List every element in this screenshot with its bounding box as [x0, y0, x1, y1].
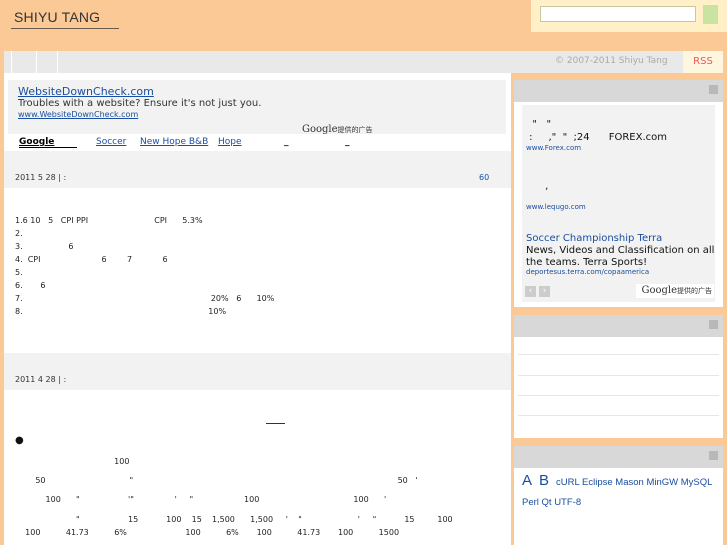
list-divider — [518, 354, 719, 355]
sidebar-ad-url[interactable]: www.Forex.com — [526, 144, 581, 152]
link-unit-blank-2[interactable]: _ — [345, 137, 350, 147]
sidebar-widget-header — [514, 315, 723, 337]
ad-prev-icon[interactable]: ‹ — [525, 286, 536, 297]
site-header: SHIYU TANG — [0, 0, 727, 48]
post-line: 100 " '" ' " 100 100 ' — [15, 495, 387, 504]
sidebar-ad-line: , — [526, 181, 549, 192]
ads-by-label: 提供的广告 — [337, 126, 373, 134]
post-date: 2011 4 28 | : — [15, 375, 67, 384]
post-line: 100 41.73 6% 100 6% 100 41.73 100 1500 — [15, 528, 400, 537]
ad-next-icon[interactable]: › — [539, 286, 550, 297]
nav-bar: © 2007-2011 Shiyu Tang RSS — [4, 51, 723, 73]
search-box — [531, 0, 727, 32]
post-date: 2011 5 28 | : — [15, 173, 67, 182]
sidebar-ad-line: : ," " ;24 FOREX.com — [526, 132, 667, 143]
list-divider — [518, 395, 719, 396]
post-header: 2011 4 28 | : — [4, 353, 511, 390]
ad-text: Troubles with a website? Ensure it's not… — [18, 98, 262, 109]
post-line: 1.6 10 5 CPI PPI CPI 5.3% — [15, 216, 203, 225]
link-unit-blank-1[interactable]: _ — [284, 137, 289, 147]
post-comment-count[interactable]: 60 — [479, 173, 489, 182]
post-line: 3. 6 — [15, 242, 74, 251]
sidebar-tags-widget: A B cURL Eclipse Mason MinGW MySQL Perl … — [514, 446, 723, 545]
tag-row[interactable]: Perl Qt UTF-8 — [522, 497, 581, 508]
nav-tab-divider — [11, 51, 12, 73]
link-units-bar: Google Soccer New Hope B&B Hope _ _ — [4, 134, 511, 150]
post-line: 50 " 50 ' — [15, 476, 418, 485]
post-line: 2. — [15, 229, 23, 238]
post-line: 7. 20% 6 10% — [15, 294, 275, 303]
link-unit-hope[interactable]: Hope — [218, 137, 242, 147]
ads-by-label: 提供的广告 — [677, 287, 712, 295]
widget-toggle-icon[interactable] — [709, 451, 718, 460]
link-underline — [19, 147, 77, 148]
post-line: 8. 10% — [15, 307, 227, 316]
nav-tab-divider — [57, 51, 58, 73]
sidebar-ad-widget: " " : ," " ;24 FOREX.com www.Forex.com ,… — [514, 80, 723, 307]
list-divider — [518, 375, 719, 376]
post-line: " 15 100 15 1,500 1,500 ' " ' " 15 100 — [15, 515, 453, 524]
bullet-icon: ● — [15, 435, 24, 446]
post-divider — [266, 423, 285, 424]
sidebar-ad-title-link[interactable]: Soccer Championship Terra — [526, 233, 662, 244]
title-underline — [11, 28, 119, 29]
widget-toggle-icon[interactable] — [709, 320, 718, 329]
top-ad: WebsiteDownCheck.com Troubles with a web… — [8, 80, 506, 135]
list-divider — [518, 415, 719, 416]
tag-row[interactable]: cURL Eclipse Mason MinGW MySQL — [556, 477, 712, 488]
search-button[interactable] — [703, 5, 718, 24]
google-logo: Google — [641, 285, 677, 296]
post-header: 2011 5 28 | : 60 — [4, 151, 511, 188]
post-line: 100 — [15, 457, 130, 466]
nav-tab-divider — [36, 51, 37, 73]
google-link-label[interactable]: Google — [19, 137, 54, 147]
post-line: 6. 6 — [15, 281, 46, 290]
rss-link[interactable]: RSS — [683, 51, 723, 73]
sidebar-ad-url[interactable]: www.lequgo.com — [526, 203, 586, 211]
sidebar-widget-header — [514, 80, 723, 102]
post-line: 5. — [15, 268, 23, 277]
site-title[interactable]: SHIYU TANG — [14, 9, 100, 25]
sidebar-ad-line: the teams. Terra Sports! — [526, 257, 648, 268]
tag-b[interactable]: B — [539, 472, 549, 489]
sidebar-ad: " " : ," " ;24 FOREX.com www.Forex.com ,… — [522, 105, 715, 302]
sidebar-list-widget — [514, 315, 723, 438]
google-ads-label: Google提供的广告 — [636, 284, 714, 298]
search-input[interactable] — [540, 6, 696, 22]
link-unit-new-hope[interactable]: New Hope B&B — [140, 137, 208, 147]
sidebar-ad-line: " " — [526, 119, 552, 130]
tag-a[interactable]: A — [522, 472, 532, 489]
widget-toggle-icon[interactable] — [709, 85, 718, 94]
ad-url-link[interactable]: www.WebsiteDownCheck.com — [18, 110, 138, 119]
sidebar-ad-url[interactable]: deportesus.terra.com/copaamerica — [526, 268, 649, 276]
sidebar-ad-line: News, Videos and Classification on all — [526, 245, 715, 256]
sidebar-widget-header — [514, 446, 723, 468]
post-line: 4. CPI 6 7 6 — [15, 255, 168, 264]
copyright: © 2007-2011 Shiyu Tang — [555, 56, 668, 66]
ad-title-link[interactable]: WebsiteDownCheck.com — [18, 85, 154, 98]
link-unit-soccer[interactable]: Soccer — [96, 137, 126, 147]
main-content: WebsiteDownCheck.com Troubles with a web… — [4, 73, 511, 545]
